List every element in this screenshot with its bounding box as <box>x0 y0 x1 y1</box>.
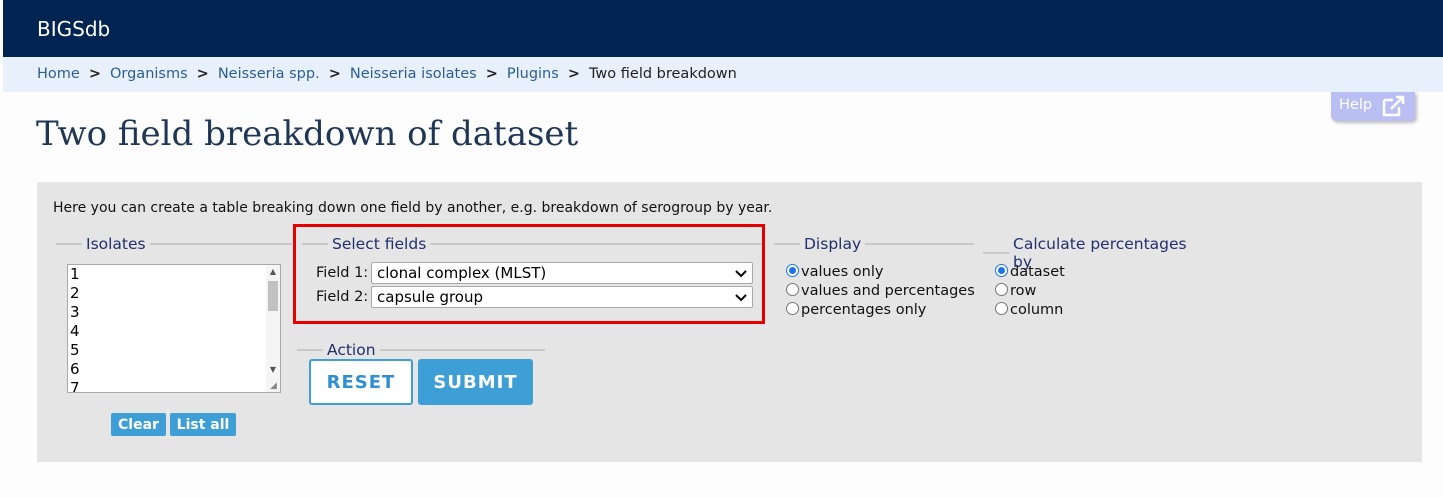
clear-button[interactable]: Clear <box>111 413 166 436</box>
scroll-up-arrow-icon[interactable]: ▲ <box>268 267 278 277</box>
display-option-values-and-percentages[interactable]: values and percentages <box>786 283 975 302</box>
radio-selected-icon[interactable] <box>786 264 799 277</box>
breadcrumb-separator: > <box>485 66 498 82</box>
list-item[interactable]: 5 <box>68 341 280 360</box>
isolates-legend: Isolates <box>86 235 146 253</box>
page-title: Two field breakdown of dataset <box>36 114 579 154</box>
display-option-percentages-only[interactable]: percentages only <box>786 302 926 321</box>
breadcrumb-current: Two field breakdown <box>588 66 737 82</box>
radio-label: row <box>1010 283 1037 299</box>
list-item[interactable]: 4 <box>68 322 280 341</box>
radio-label: dataset <box>1010 264 1065 280</box>
external-link-icon <box>1382 95 1405 117</box>
radio-label: values only <box>801 264 884 280</box>
percent-option-row[interactable]: row <box>995 283 1036 302</box>
form-panel: Here you can create a table breaking dow… <box>37 182 1422 462</box>
list-item[interactable]: 7 <box>68 379 280 392</box>
percent-option-column[interactable]: column <box>995 302 1063 321</box>
header-bar: BIGSdb <box>3 0 1443 57</box>
radio-selected-icon[interactable] <box>995 264 1008 277</box>
breadcrumb-neisseria-spp[interactable]: Neisseria spp. <box>218 66 320 82</box>
list-item[interactable]: 1 <box>68 265 280 284</box>
app-title[interactable]: BIGSdb <box>37 17 110 41</box>
breadcrumb-separator: > <box>328 66 341 82</box>
radio-label: column <box>1010 302 1064 318</box>
breadcrumb-separator: > <box>88 66 101 82</box>
list-item[interactable]: 3 <box>68 303 280 322</box>
radio-label: percentages only <box>801 302 927 318</box>
breadcrumb-plugins[interactable]: Plugins <box>507 66 559 82</box>
radio-icon[interactable] <box>995 283 1008 296</box>
display-option-values-only[interactable]: values only <box>786 264 883 283</box>
action-legend: Action <box>327 341 376 359</box>
radio-icon[interactable] <box>786 283 799 296</box>
breadcrumb-home[interactable]: Home <box>37 66 80 82</box>
submit-button[interactable]: SUBMIT <box>418 359 533 405</box>
list-scrollbar[interactable]: ▲ ▼ <box>266 265 280 392</box>
reset-button[interactable]: RESET <box>309 359 413 405</box>
intro-text: Here you can create a table breaking dow… <box>53 200 773 216</box>
list-item[interactable]: 2 <box>68 284 280 303</box>
radio-icon[interactable] <box>786 302 799 315</box>
scroll-thumb[interactable] <box>268 281 278 311</box>
list-item[interactable]: 6 <box>68 360 280 379</box>
breadcrumb-separator: > <box>567 66 580 82</box>
breadcrumb-separator: > <box>196 66 209 82</box>
breadcrumb: Home > Organisms > Neisseria spp. > Neisseria … <box>3 57 1443 92</box>
percent-option-dataset[interactable]: dataset <box>995 264 1065 283</box>
highlight-box <box>293 224 765 324</box>
radio-label: values and percentages <box>801 283 975 299</box>
breadcrumb-neisseria-isolates[interactable]: Neisseria isolates <box>350 66 477 82</box>
resize-grip-icon[interactable]: ◢ <box>270 382 279 391</box>
scroll-down-arrow-icon[interactable]: ▼ <box>268 365 278 375</box>
help-label: Help <box>1339 97 1373 113</box>
display-legend: Display <box>804 235 862 253</box>
help-button[interactable]: Help <box>1331 92 1415 121</box>
list-all-button[interactable]: List all <box>170 413 236 436</box>
isolate-list-box[interactable]: 1 2 3 4 5 6 7 ▲ ▼ ◢ <box>67 264 281 393</box>
breadcrumb-organisms[interactable]: Organisms <box>110 66 188 82</box>
radio-icon[interactable] <box>995 302 1008 315</box>
